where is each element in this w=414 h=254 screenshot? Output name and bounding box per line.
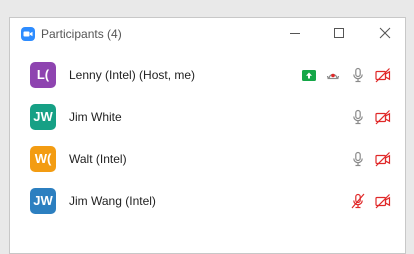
- avatar: JW: [30, 188, 56, 214]
- minimize-button[interactable]: [282, 22, 308, 44]
- participant-name: Jim White: [69, 110, 122, 124]
- video-off-icon[interactable]: [375, 109, 391, 125]
- record-icon[interactable]: [325, 67, 341, 83]
- participant-status-icons: [350, 108, 391, 126]
- participant-status-icons: [350, 150, 391, 168]
- participant-name: Walt (Intel): [69, 152, 127, 166]
- participant-row[interactable]: JW Jim Wang (Intel): [10, 181, 405, 223]
- video-off-icon[interactable]: [375, 193, 391, 209]
- video-off-icon[interactable]: [375, 151, 391, 167]
- video-off-icon[interactable]: [375, 67, 391, 83]
- microphone-icon[interactable]: [350, 109, 366, 125]
- participant-status-icons: [302, 66, 391, 84]
- participant-name: Lenny (Intel) (Host, me): [69, 68, 196, 82]
- participant-status-icons: [350, 192, 391, 210]
- participants-list: L(Lenny (Intel) (Host, me) JW Jim White W(W…: [10, 55, 405, 223]
- participant-name: Jim Wang (Intel): [69, 194, 156, 208]
- zoom-app-icon: [21, 27, 35, 41]
- microphone-icon[interactable]: [350, 151, 366, 167]
- screen-share-icon[interactable]: [302, 69, 316, 81]
- participant-row[interactable]: W( Walt (Intel): [10, 139, 405, 181]
- maximize-button[interactable]: [326, 22, 352, 44]
- title-bar[interactable]: Participants (4): [10, 18, 405, 48]
- close-button[interactable]: [372, 22, 398, 44]
- avatar: L(: [30, 62, 56, 88]
- participant-row[interactable]: L( Lenny (Intel) (Host, me): [10, 55, 405, 97]
- avatar: W(: [30, 146, 56, 172]
- participant-row[interactable]: JW Jim White: [10, 97, 405, 139]
- microphone-icon[interactable]: [350, 67, 366, 83]
- window-title: Participants (4): [41, 27, 122, 41]
- participants-window: Participants (4) L( Lenny (Intel) (Host, …: [9, 17, 406, 254]
- avatar: JW: [30, 104, 56, 130]
- microphone-muted-icon[interactable]: [350, 193, 366, 209]
